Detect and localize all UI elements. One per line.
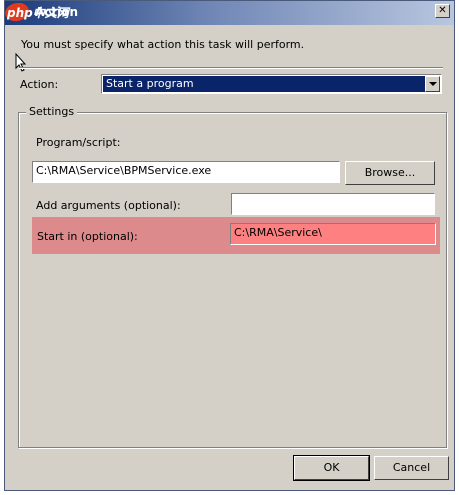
ok-button[interactable]: OK: [293, 455, 370, 481]
action-dialog: php中文网 Action ✕ You must specify what ac…: [3, 0, 455, 491]
dropdown-button[interactable]: [425, 76, 440, 92]
action-label: Action:: [20, 78, 59, 91]
arguments-label: Add arguments (optional):: [36, 199, 181, 212]
program-script-label: Program/script:: [36, 136, 121, 149]
action-dropdown-value: Start a program: [103, 76, 425, 92]
start-in-input[interactable]: C:\RMA\Service\: [230, 223, 436, 245]
title-bar[interactable]: php中文网 Action ✕: [3, 0, 454, 25]
arguments-input[interactable]: [231, 193, 435, 215]
intro-text: You must specify what action this task w…: [21, 38, 305, 51]
cancel-button[interactable]: Cancel: [374, 456, 449, 480]
window-title: Action: [35, 5, 79, 19]
close-icon[interactable]: ✕: [435, 4, 450, 18]
browse-button[interactable]: Browse...: [345, 161, 435, 185]
chevron-down-icon: [429, 82, 437, 86]
start-in-label: Start in (optional):: [37, 230, 138, 243]
program-script-input[interactable]: C:\RMA\Service\BPMService.exe: [32, 161, 340, 183]
settings-group-title: Settings: [26, 105, 78, 118]
mouse-cursor-icon: [15, 53, 27, 72]
action-dropdown[interactable]: Start a program: [101, 74, 442, 94]
separator: [19, 67, 443, 69]
